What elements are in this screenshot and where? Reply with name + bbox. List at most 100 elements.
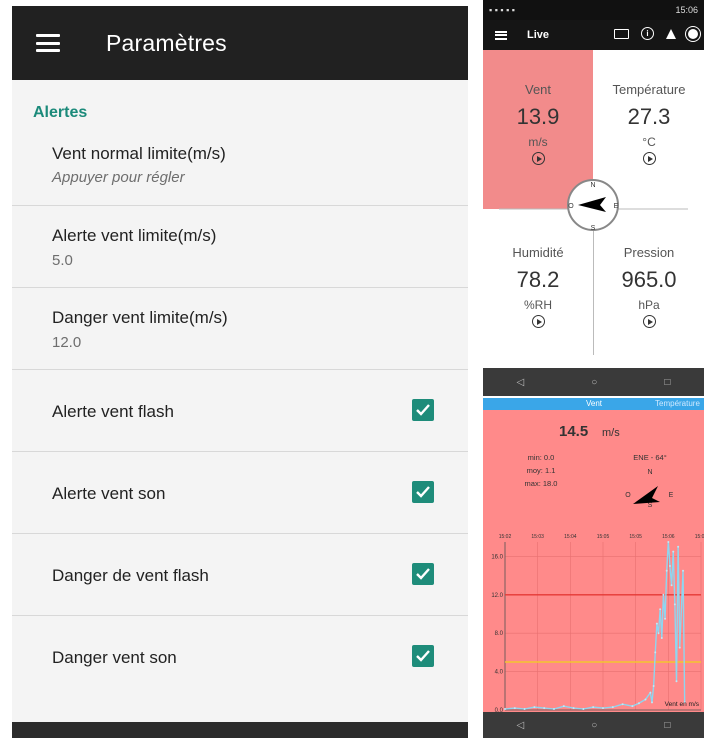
back-button[interactable]: ◁ [517, 720, 525, 731]
compass-e: E [614, 203, 619, 210]
live-toolbar: Live i [483, 20, 704, 50]
sensor-grid: Vent 13.9 m/s Température 27.3 °C Humidi… [483, 50, 704, 368]
navigation-bar: ◁ ○ □ [483, 368, 704, 396]
home-button[interactable]: ○ [591, 377, 597, 388]
navigation-bar: ◁ ○ □ [483, 712, 704, 738]
y-tick-label: 4.0 [495, 670, 504, 676]
pref-vent-normal-limite[interactable]: Vent normal limite(m/s) Appuyer pour rég… [12, 124, 468, 206]
data-point [652, 685, 655, 687]
compass-icon: N S E O [567, 179, 619, 232]
pref-danger-de-vent-flash[interactable]: Danger de vent flash [12, 534, 468, 616]
pref-summary: 5.0 [52, 252, 73, 269]
cell-label: Vent [524, 82, 552, 97]
data-point [660, 637, 663, 639]
bell-icon[interactable] [666, 28, 676, 39]
page-title: Paramètres [106, 29, 227, 56]
recent-apps-button[interactable]: □ [664, 377, 670, 388]
data-point [657, 632, 660, 635]
y-tick-label: 16.0 [491, 554, 503, 560]
tab-bar: Vent Température [483, 398, 704, 410]
cell-label: Humidité [512, 245, 564, 260]
x-tick-label: 15:05 [629, 534, 642, 540]
data-point [665, 569, 668, 572]
cell-unit: °C [642, 135, 656, 149]
play-icon[interactable] [642, 152, 656, 165]
data-point [655, 622, 658, 625]
data-point [659, 608, 662, 611]
stat-min: min: 0.0 [528, 453, 555, 462]
live-screen: ▪ ▪ ▪ ▪ ▪ 15:06 Live i Vent 13.9 m/s Tem… [483, 0, 704, 396]
checkbox-danger-vent-son[interactable] [412, 645, 434, 667]
current-unit: m/s [602, 427, 620, 439]
pref-alerte-vent-son[interactable]: Alerte vent son [12, 452, 468, 534]
cell-unit: m/s [528, 135, 548, 149]
data-point [523, 708, 526, 711]
compass-o: O [568, 203, 574, 210]
data-point [673, 603, 676, 606]
data-point [670, 584, 673, 587]
data-point [621, 703, 624, 706]
checkbox-danger-de-vent-flash[interactable] [412, 563, 434, 585]
checkbox-alerte-vent-flash[interactable] [412, 399, 434, 421]
data-point [667, 541, 670, 543]
tab-vent[interactable]: Vent [586, 399, 602, 408]
cell-value: 78.2 [516, 267, 560, 292]
cell-unit: hPa [638, 298, 660, 312]
data-point [649, 691, 652, 694]
pref-title: Alerte vent son [52, 484, 166, 503]
play-icon[interactable] [642, 315, 656, 328]
compass-n: N [590, 182, 595, 189]
recent-apps-button[interactable]: □ [664, 720, 670, 731]
pref-title: Vent normal limite(m/s) [52, 144, 226, 163]
data-point [668, 565, 671, 567]
battery-icon[interactable] [614, 28, 629, 39]
data-point [637, 702, 640, 705]
back-button[interactable]: ◁ [517, 377, 525, 388]
settings-screen: Paramètres Alertes Vent normal limite(m/… [12, 6, 468, 738]
checkbox-alerte-vent-son[interactable] [412, 481, 434, 503]
wind-direction: ENE - 64° [633, 453, 666, 462]
data-point [664, 617, 667, 620]
stat-max: max: 18.0 [525, 479, 558, 488]
pref-title: Danger vent limite(m/s) [52, 308, 228, 327]
info-icon[interactable]: i [641, 27, 654, 40]
play-icon[interactable] [531, 315, 545, 328]
section-header-alertes: Alertes [33, 104, 88, 121]
pref-summary: 12.0 [52, 334, 82, 351]
menu-icon[interactable] [495, 30, 507, 40]
pref-alerte-vent-flash[interactable]: Alerte vent flash [12, 370, 468, 452]
settings-appbar: Paramètres [12, 6, 468, 80]
pref-title: Danger de vent flash [52, 566, 209, 585]
data-point [662, 593, 665, 596]
pref-danger-vent-son[interactable]: Danger vent son [12, 616, 468, 698]
detail-compass-n: N [647, 469, 652, 476]
record-icon[interactable] [688, 28, 698, 39]
x-tick-label: 15:02 [499, 534, 512, 540]
pref-title: Danger vent son [52, 648, 177, 667]
data-point [611, 706, 614, 709]
live-title: Live [527, 29, 550, 41]
cell-value: 13.9 [516, 104, 560, 129]
data-point [504, 708, 506, 711]
status-icons: ▪ ▪ ▪ ▪ ▪ [489, 5, 515, 15]
detail-compass-s: S [648, 502, 653, 509]
cell-label: Pression [623, 245, 675, 260]
home-button[interactable]: ○ [591, 720, 597, 731]
status-bar: ▪ ▪ ▪ ▪ ▪ 15:06 [483, 0, 704, 20]
pref-title: Alerte vent flash [52, 402, 174, 421]
data-point [562, 705, 565, 708]
menu-icon[interactable] [36, 34, 60, 52]
cell-value: 27.3 [627, 104, 671, 129]
y-tick-label: 12.0 [491, 593, 503, 599]
x-tick-label: 15:06 [662, 534, 675, 540]
pref-alerte-vent-limite[interactable]: Alerte vent limite(m/s) 5.0 [12, 206, 468, 288]
tab-temperature[interactable]: Température [655, 399, 700, 408]
pref-danger-vent-limite[interactable]: Danger vent limite(m/s) 12.0 [12, 288, 468, 370]
detail-compass-o: O [625, 492, 631, 499]
cell-unit: %RH [523, 298, 552, 312]
data-point [553, 708, 555, 711]
pref-title: Alerte vent limite(m/s) [52, 226, 217, 245]
data-point [572, 707, 575, 710]
data-point [682, 569, 685, 572]
play-icon[interactable] [531, 152, 545, 165]
